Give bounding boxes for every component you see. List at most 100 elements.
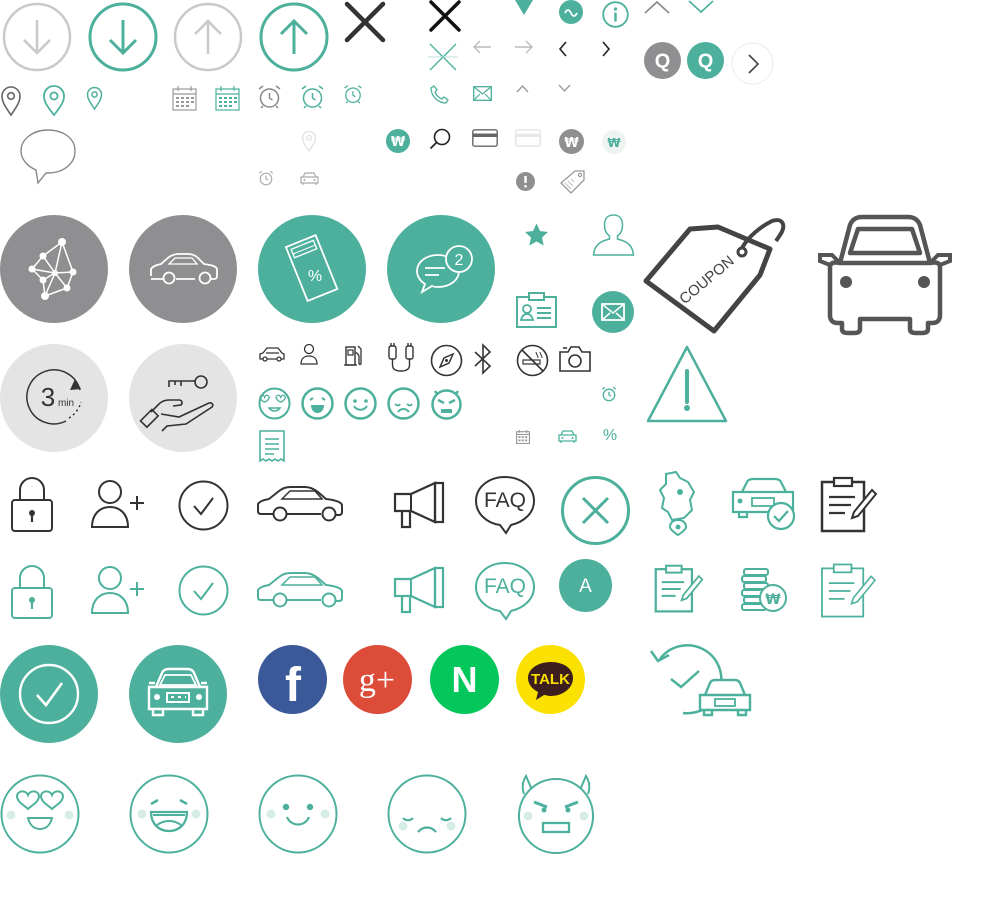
chevron-up-gray-icon[interactable] [644, 0, 670, 14]
coupon-tag-label: COUPON [676, 252, 737, 307]
key-handover-icon [129, 344, 237, 452]
add-user-teal-icon[interactable] [90, 565, 146, 615]
lock-teal-icon [10, 564, 54, 620]
download-teal-icon[interactable] [88, 2, 158, 72]
upload-teal-icon[interactable] [259, 2, 329, 72]
compass-icon [430, 344, 463, 377]
search-badge-teal-icon[interactable]: Q [687, 42, 724, 79]
lock-dark-icon [10, 476, 54, 533]
percent-teal-label: % [602, 427, 618, 444]
megaphone-teal-icon [393, 566, 445, 614]
three-minute-icon: 3 min [0, 344, 108, 452]
coins-won-label: ₩ [765, 592, 781, 608]
add-user-dark-icon[interactable] [90, 479, 146, 529]
car-side-teal-icon [257, 572, 344, 609]
user-outline-icon [591, 213, 636, 256]
person-small-icon [300, 343, 318, 365]
camera-icon [558, 345, 592, 373]
alarm-clock-gray-icon [257, 84, 282, 109]
search-badge-gray-icon[interactable]: Q [644, 42, 681, 79]
credit-card-gray-icon [472, 129, 498, 147]
chevron-right-icon[interactable] [600, 41, 612, 57]
emoji-angry-large-icon[interactable] [516, 773, 596, 854]
car-front-tiny-teal-icon [558, 430, 577, 444]
discount-ticket-percent: % [308, 268, 322, 285]
korea-map-pin-icon [656, 470, 698, 537]
naver-letter: N [452, 659, 478, 700]
upload-outline-icon[interactable] [173, 2, 243, 72]
info-icon[interactable] [602, 1, 629, 28]
emoji-laugh-large-icon[interactable] [129, 774, 209, 854]
close-thin-teal-icon[interactable] [428, 42, 458, 72]
chat-notification-count: 2 [455, 252, 464, 269]
emoji-love-large-icon[interactable] [0, 774, 80, 854]
chevron-down-teal-icon[interactable] [688, 0, 714, 14]
close-large-icon[interactable] [344, 1, 386, 43]
clipboard-edit-teal-icon[interactable] [654, 564, 704, 614]
mail-icon[interactable] [473, 86, 492, 101]
close-circle-teal-icon[interactable] [560, 475, 631, 546]
search-badge-teal-letter: Q [698, 51, 714, 73]
location-pin-small-teal-icon [86, 86, 103, 111]
chevron-up-small-icon[interactable] [516, 84, 529, 93]
won-badge-pale-icon: ₩ [602, 130, 626, 154]
check-badge-large-icon[interactable] [0, 645, 98, 743]
won-badge-teal-label: ₩ [391, 135, 406, 150]
chevron-left-icon[interactable] [557, 41, 569, 57]
location-pin-teal-icon [42, 85, 66, 117]
location-pin-faint-icon [301, 130, 317, 153]
clipboard-edit-dark-icon[interactable] [820, 476, 878, 533]
coupon-tag-icon: COUPON [643, 213, 788, 335]
emoji-love-small-icon[interactable] [258, 387, 291, 420]
letter-badge-icon: A [559, 559, 612, 612]
close-medium-icon[interactable] [428, 0, 462, 32]
alarm-clock-small-teal-icon [343, 84, 363, 104]
arrow-left-icon[interactable] [472, 40, 492, 54]
emoji-sad-large-icon[interactable] [387, 774, 467, 854]
won-badge-teal-icon: ₩ [386, 129, 410, 153]
calendar-teal-icon [215, 86, 240, 111]
emoji-laugh-small-icon[interactable] [301, 387, 334, 420]
arrow-right-icon[interactable] [514, 40, 534, 54]
facebook-letter: f [285, 659, 302, 712]
car-side-dark-icon [257, 486, 344, 523]
google-plus-letters: g+ [359, 662, 395, 699]
clipboard-edit-light-icon[interactable] [820, 563, 877, 619]
faq-bubble-teal-icon[interactable]: FAQ [474, 561, 536, 621]
google-plus-icon[interactable]: g+ [343, 645, 412, 714]
calendar-gray-icon [172, 86, 197, 111]
next-circle-icon[interactable] [731, 42, 774, 85]
kakaotalk-icon[interactable]: TALK [516, 645, 585, 714]
mail-badge-icon[interactable] [592, 291, 634, 333]
credit-card-faint-icon [515, 129, 541, 147]
charging-cable-icon [386, 343, 416, 373]
calendar-tiny-gray-icon [516, 430, 530, 444]
won-badge-gray-icon: ₩ [559, 129, 584, 154]
chat-notification-icon: 2 [387, 215, 495, 323]
faq-bubble-dark-icon[interactable]: FAQ [474, 475, 536, 535]
check-circle-teal-icon[interactable] [178, 565, 229, 616]
emoji-angry-small-icon[interactable] [430, 387, 463, 420]
emoji-sad-small-icon[interactable] [387, 387, 420, 420]
discount-ticket-icon: % [258, 215, 366, 323]
id-badge-icon [516, 292, 557, 328]
car-small-icon [258, 345, 286, 363]
naver-icon[interactable]: N [430, 645, 499, 714]
facebook-icon[interactable]: f [258, 645, 327, 714]
warning-triangle-icon [645, 344, 729, 424]
won-badge-gray-label: ₩ [564, 136, 579, 151]
receipt-icon [258, 430, 286, 463]
chevron-down-small-icon[interactable] [558, 84, 571, 93]
letter-badge-label: A [579, 576, 592, 597]
car-front-large-icon [816, 214, 954, 336]
three-minute-unit: min [58, 398, 74, 409]
emoji-smile-large-icon[interactable] [258, 774, 338, 854]
price-tag-gray-icon [559, 169, 587, 195]
alarm-clock-tiny-teal-icon [601, 386, 617, 402]
emoji-smile-small-icon[interactable] [344, 387, 377, 420]
phone-icon[interactable] [430, 85, 449, 104]
alert-badge-gray-icon [516, 172, 535, 191]
check-circle-dark-icon[interactable] [178, 480, 229, 531]
search-icon[interactable] [429, 128, 451, 150]
download-outline-icon[interactable] [2, 2, 72, 72]
